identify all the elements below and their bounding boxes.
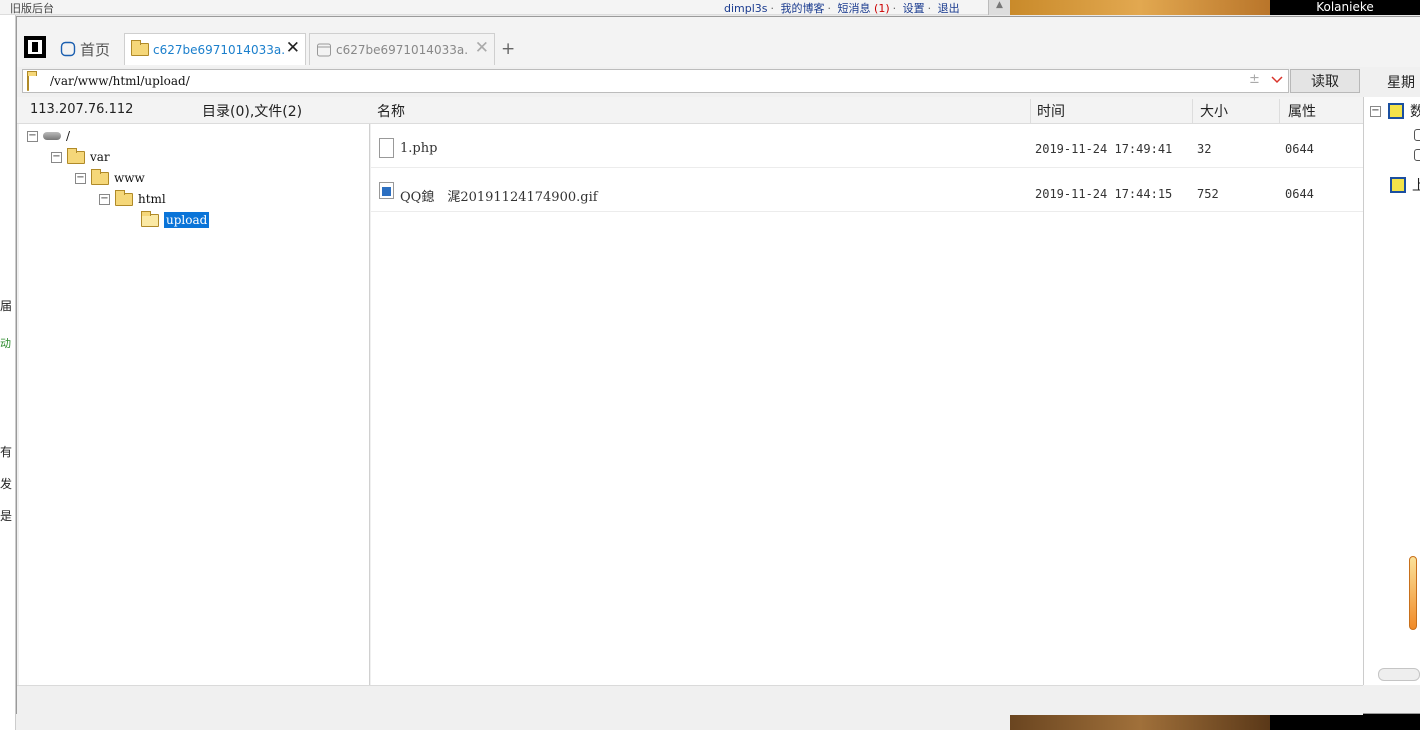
drive-icon	[43, 132, 61, 140]
panel-node-icon	[1390, 177, 1406, 193]
path-bar: /var/www/html/upload/ ±	[22, 69, 1289, 93]
tree-item-www[interactable]: − www	[75, 168, 145, 188]
background-top-bar: 旧版后台 dimpl3s · 我的博客 · 短消息 (1) · 设置 · 退出	[0, 0, 1010, 15]
path-input[interactable]: /var/www/html/upload/	[50, 74, 190, 88]
background-bottom	[16, 714, 1010, 730]
bg-char: 发	[0, 477, 13, 491]
vertical-scrollbar[interactable]	[1409, 556, 1417, 630]
folder-icon	[67, 147, 85, 164]
column-divider[interactable]	[1030, 99, 1031, 123]
bg-char: 届	[0, 299, 13, 313]
column-divider[interactable]	[1279, 99, 1280, 123]
tree-item-label: html	[138, 192, 166, 206]
folder-icon	[27, 74, 29, 91]
tab-shell-inactive[interactable]: c627be6971014033a. ✕	[309, 33, 495, 65]
app-logo-icon	[24, 36, 46, 58]
add-tab-button[interactable]: +	[501, 39, 515, 59]
status-bar	[17, 685, 1363, 715]
close-icon[interactable]: ✕	[286, 40, 300, 57]
blog-link[interactable]: 我的博客	[781, 2, 825, 15]
folder-icon	[131, 40, 149, 56]
terminal-icon	[317, 43, 331, 56]
folder-icon	[115, 189, 133, 206]
background-photo	[1010, 0, 1270, 15]
collapse-icon[interactable]: −	[51, 151, 62, 163]
collapse-icon[interactable]: −	[75, 172, 86, 184]
home-circle-icon	[60, 41, 76, 57]
folder-icon	[91, 168, 109, 185]
collapse-icon[interactable]: −	[27, 130, 38, 142]
close-icon[interactable]: ✕	[475, 40, 489, 57]
path-plus-icon[interactable]: ±	[1249, 72, 1260, 87]
server-ip: 113.207.76.112	[30, 102, 134, 117]
file-row[interactable]: 1.php 2019-11-24 17:49:41 32 0644	[371, 124, 1363, 168]
settings-link[interactable]: 设置	[903, 2, 925, 15]
weekday-label: 星期	[1387, 75, 1415, 91]
bg-char: 动	[0, 337, 11, 350]
file-size: 752	[1197, 187, 1219, 201]
horizontal-scrollbar[interactable]	[1378, 668, 1420, 681]
tab-label: c627be6971014033a.	[336, 42, 469, 57]
tab-bar: 首页 c627be6971014033a. ✕ c627be6971014033…	[17, 17, 1420, 67]
logout-link[interactable]: 退出	[938, 2, 960, 15]
dir-summary: 目录(0),文件(2)	[202, 104, 303, 120]
bg-char: 是	[0, 509, 13, 523]
tree-item-var[interactable]: − var	[51, 147, 110, 167]
chevron-down-icon[interactable]	[1270, 72, 1284, 88]
message-count: (1)	[874, 2, 890, 15]
username-link[interactable]: dimpl3s	[724, 2, 768, 15]
tree-item-label: /	[66, 129, 71, 143]
tree-item-label: upload	[164, 212, 210, 228]
file-attr: 0644	[1285, 142, 1314, 156]
file-time: 2019-11-24 17:49:41	[1035, 142, 1173, 156]
collapse-icon[interactable]: −	[99, 193, 110, 205]
panel-node-icon	[1388, 103, 1404, 119]
file-list: 1.php 2019-11-24 17:49:41 32 0644 QQ鎴 浘2…	[371, 124, 1363, 685]
column-time[interactable]: 时间	[1037, 101, 1065, 121]
node-circle-icon	[1414, 149, 1420, 161]
messages-link[interactable]: 短消息	[838, 2, 871, 15]
read-button[interactable]: 读取	[1290, 69, 1360, 93]
image-file-icon	[379, 182, 394, 199]
background-caption-bottom	[1270, 714, 1420, 730]
tree-item-label: www	[114, 171, 145, 185]
tree-item-root[interactable]: − /	[27, 126, 70, 146]
tab-home[interactable]: 首页	[54, 33, 124, 65]
column-size[interactable]: 大小	[1200, 101, 1228, 121]
background-caption: Kolanieke	[1270, 0, 1420, 15]
file-manager-window: 首页 c627be6971014033a. ✕ c627be6971014033…	[16, 16, 1420, 715]
node-circle-icon	[1414, 129, 1420, 141]
file-time: 2019-11-24 17:44:15	[1035, 187, 1173, 201]
directory-tree: − / − var − www − html upload	[19, 124, 370, 685]
column-divider[interactable]	[1192, 99, 1193, 123]
open-folder-icon	[141, 210, 159, 227]
old-admin-link[interactable]: 旧版后台	[10, 0, 54, 16]
list-header: 目录(0),文件(2) 名称 时间 大小 属性	[17, 97, 1363, 124]
tab-home-label: 首页	[80, 40, 111, 59]
tab-shell-active[interactable]: c627be6971014033a. ✕	[124, 33, 306, 65]
column-attr[interactable]: 属性	[1288, 101, 1316, 121]
background-photo-bottom	[1010, 714, 1270, 730]
tree-item-label: var	[90, 150, 110, 164]
tree-item-upload[interactable]: upload	[136, 210, 210, 230]
file-row[interactable]: QQ鎴 浘20191124174900.gif 2019-11-24 17:44…	[371, 168, 1363, 212]
tree-item-html[interactable]: − html	[99, 189, 166, 209]
panel-node-label: 数	[1410, 101, 1420, 121]
collapse-icon[interactable]: −	[1370, 106, 1381, 117]
bg-char: 有	[0, 445, 13, 459]
tab-label: c627be6971014033a.	[153, 42, 286, 57]
panel-node-label: 上	[1412, 175, 1420, 195]
file-size: 32	[1197, 142, 1212, 156]
column-name[interactable]: 名称	[377, 101, 405, 121]
user-links: dimpl3s · 我的博客 · 短消息 (1) · 设置 · 退出	[724, 2, 960, 15]
file-name: 1.php	[400, 141, 438, 156]
file-icon	[379, 138, 394, 158]
file-attr: 0644	[1285, 187, 1314, 201]
file-name: QQ鎴 浘20191124174900.gif	[400, 190, 598, 205]
background-left-strip: 届 动 有 发 是	[0, 15, 16, 730]
scroll-up-icon[interactable]: ▲	[988, 0, 1010, 15]
